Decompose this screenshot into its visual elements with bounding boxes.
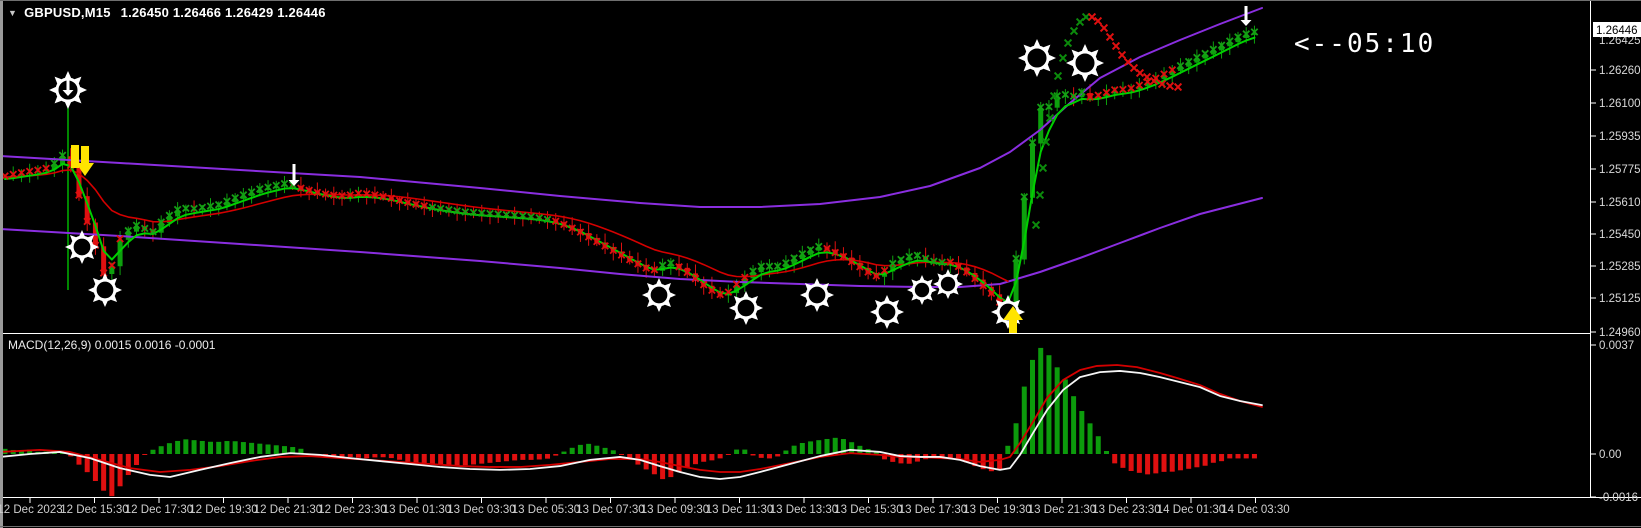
symbol-label: GBPUSD,M15	[24, 5, 111, 20]
sun-icon	[729, 291, 763, 325]
time-tick-label: 13 Dec 23:30	[1092, 504, 1160, 516]
chart-canvas[interactable]: 1.26260 1.26100 1.25935 1.25775 1.25610 1.254…	[0, 0, 1641, 528]
time-tick-label: 13 Dec 15:30	[834, 504, 902, 516]
sun-icon	[642, 278, 676, 312]
time-tick-label: 12 Dec 2023	[0, 504, 63, 516]
time-tick-label: 13 Dec 05:30	[512, 504, 580, 516]
price-tick-label: 1.25285	[1599, 261, 1641, 273]
time-tick-label: 14 Dec 01:30	[1157, 504, 1225, 516]
signal-x-trail	[1, 28, 1259, 309]
time-tick-label: 13 Dec 21:30	[1028, 504, 1096, 516]
sun-symbols	[49, 39, 1104, 329]
time-tick-label: 13 Dec 13:30	[770, 504, 838, 516]
sun-icon	[870, 295, 904, 329]
time-axis[interactable]: 12 Dec 202312 Dec 15:3012 Dec 17:3012 De…	[0, 498, 1290, 516]
price-tick-label: 1.25125	[1599, 293, 1641, 305]
sun-icon	[88, 273, 122, 307]
dropdown-arrow-icon[interactable]: ▼	[8, 8, 17, 18]
sun-icon	[65, 230, 99, 264]
time-tick-label: 12 Dec 19:30	[189, 504, 257, 516]
price-tick-label: 1.26260	[1599, 65, 1641, 77]
mt4-chart-window: 1.26260 1.26100 1.25935 1.25775 1.25610 1.254…	[0, 0, 1641, 528]
time-tick-label: 13 Dec 07:30	[576, 504, 644, 516]
price-tick-label: 1.25935	[1599, 131, 1641, 143]
time-tick-label: 14 Dec 03:30	[1221, 504, 1289, 516]
macd-axis-label: -0.0016	[1599, 492, 1638, 504]
current-price-value: 1.26446	[1596, 25, 1638, 37]
time-tick-label: 13 Dec 11:30	[706, 504, 774, 516]
time-tick-label: 13 Dec 19:30	[963, 504, 1031, 516]
ohlc-values: 1.26450 1.26466 1.26429 1.26446	[120, 5, 326, 20]
price-tick-label: 1.24960	[1599, 327, 1641, 339]
sun-icon	[1018, 39, 1056, 77]
sun-icon	[907, 275, 937, 305]
symbol-header: ▼ GBPUSD,M15 1.26450 1.26466 1.26429 1.264…	[8, 5, 326, 20]
sun-icon	[991, 295, 1025, 329]
time-tick-label: 13 Dec 03:30	[447, 504, 515, 516]
time-tick-label: 12 Dec 15:30	[60, 504, 128, 516]
time-tick-label: 13 Dec 09:30	[641, 504, 709, 516]
macd-indicator-label: MACD(12,26,9) 0.0015 0.0016 -0.0001	[8, 338, 216, 352]
macd-axis[interactable]: 0.0037 0.00 -0.0016	[1590, 340, 1638, 504]
macd-histogram	[2, 347, 1257, 497]
macd-axis-label: 0.00	[1599, 449, 1621, 461]
channel-lines	[0, 7, 1263, 288]
macd-axis-label: 0.0037	[1599, 340, 1634, 352]
time-tick-label: 12 Dec 23:30	[318, 504, 386, 516]
time-tick-label: 13 Dec 01:30	[383, 504, 451, 516]
time-tick-label: 13 Dec 17:30	[899, 504, 967, 516]
time-tick-label: 12 Dec 21:30	[254, 504, 322, 516]
time-tick-label: 12 Dec 17:30	[125, 504, 193, 516]
timer-annotation: <--05:10	[1294, 29, 1436, 59]
price-axis[interactable]: 1.26260 1.26100 1.25935 1.25775 1.25610 1.254…	[1590, 22, 1641, 339]
sun-icon	[1066, 44, 1104, 82]
price-tick-label: 1.25610	[1599, 197, 1641, 209]
price-tick-label: 1.25450	[1599, 229, 1641, 241]
candlesticks	[10, 25, 1257, 315]
sun-icon	[933, 269, 963, 299]
price-tick-label: 1.25775	[1599, 164, 1641, 176]
sun-icon	[800, 278, 834, 312]
price-tick-label: 1.26100	[1599, 98, 1641, 110]
